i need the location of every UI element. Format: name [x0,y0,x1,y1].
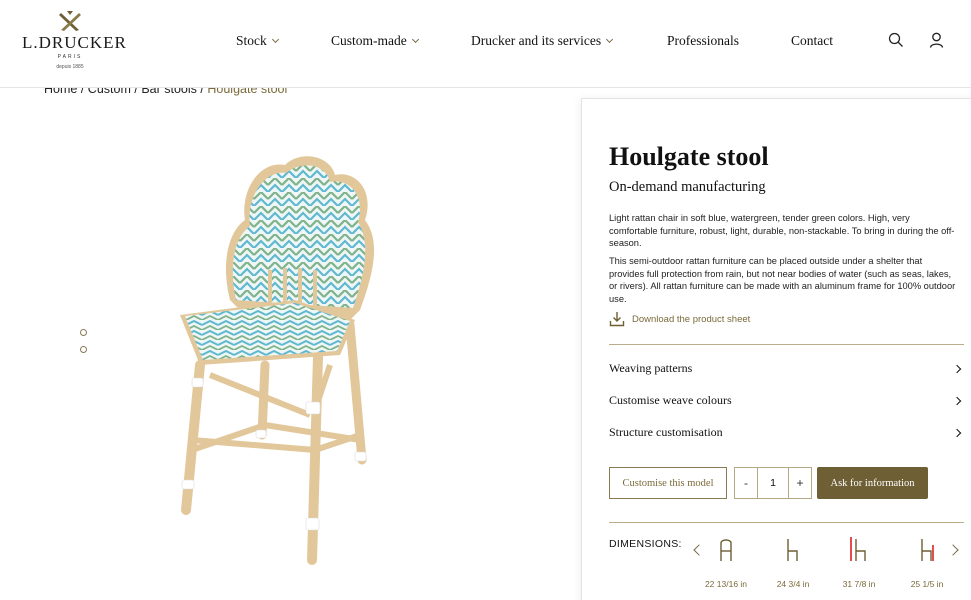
divider [609,344,964,345]
quantity-decrease-button[interactable]: - [735,468,757,498]
customise-model-button[interactable]: Customise this model [609,467,727,499]
dimension-depth-icon [850,537,866,561]
user-icon[interactable] [929,32,944,53]
product-image [170,150,400,575]
nav-item-label: Stock [236,33,267,48]
dimension-width-icon [720,539,732,561]
search-icon[interactable] [888,32,904,53]
nav-item-stock[interactable]: Stock [236,33,279,49]
nav-item-label: Professionals [667,33,739,48]
nav-item-label: Custom-made [331,33,407,48]
gallery-dot-1[interactable] [80,329,87,336]
chevron-down-icon [411,35,419,44]
brand-since: depuis 1885 [56,64,84,70]
accordion-label: Weaving patterns [609,361,693,375]
chevron-right-icon [952,396,962,405]
accordion-label: Customise weave colours [609,393,732,407]
product-subtitle: On-demand manufacturing [609,179,766,195]
crossed-hatchets-icon [59,11,81,31]
download-label: Download the product sheet [632,313,751,325]
rattan-bar-stool-image [180,156,375,565]
accordion-structure-customisation[interactable]: Structure customisation [609,425,964,440]
site-header: L.DRUCKER PARIS depuis 1885 Stock Custom… [0,0,971,88]
dimension-back-height-icon [921,539,934,561]
quantity-input[interactable]: 1 [757,468,789,498]
download-icon [609,312,625,327]
accordion-weave-colours[interactable]: Customise weave colours [609,393,964,408]
nav-item-label: Contact [791,33,833,48]
product-description-outdoor: This semi-outdoor rattan furniture can b… [609,256,956,304]
dimension-value: 24 3/4 in [776,579,810,589]
nav-item-professionals[interactable]: Professionals [667,33,739,49]
chevron-down-icon [606,35,614,44]
download-product-sheet-link[interactable]: Download the product sheet [609,311,750,327]
brand-city: PARIS [57,54,83,60]
ask-for-information-button[interactable]: Ask for information [817,467,928,499]
nav-item-drucker-services[interactable]: Drucker and its services [471,33,614,49]
nav-item-contact[interactable]: Contact [791,33,833,49]
chevron-right-icon [952,364,962,373]
dimension-value: 22 13/16 in [704,579,748,589]
product-info-panel [581,98,971,600]
dimension-item: 22 13/16 in [696,537,756,589]
quantity-increase-button[interactable]: + [789,468,811,498]
dimension-seat-height-icon [787,539,798,561]
accordion-label: Structure customisation [609,425,723,439]
chevron-down-icon [271,35,279,44]
quantity-stepper: - 1 + [734,467,812,499]
gallery-dot-2[interactable] [80,346,87,353]
brand-logo[interactable]: L.DRUCKER PARIS depuis 1885 [22,10,127,70]
dimension-item: 25 1/5 in [897,537,957,589]
divider [609,522,964,523]
dimension-item: 24 3/4 in [763,537,823,589]
product-title: Houlgate stool [609,142,769,171]
product-description: Light rattan chair in soft blue, watergr… [609,213,955,249]
dimensions-label: DIMENSIONS: [609,538,682,550]
dimension-value: 31 7/8 in [842,579,876,589]
dimension-item: 31 7/8 in [829,537,889,589]
nav-item-label: Drucker and its services [471,33,602,48]
nav-item-custom-made[interactable]: Custom-made [331,33,419,49]
gallery-pagination [80,329,87,363]
dimension-value: 25 1/5 in [910,579,944,589]
accordion-weaving-patterns[interactable]: Weaving patterns [609,361,964,376]
chevron-right-icon [952,428,962,437]
brand-name: L.DRUCKER [22,33,127,52]
